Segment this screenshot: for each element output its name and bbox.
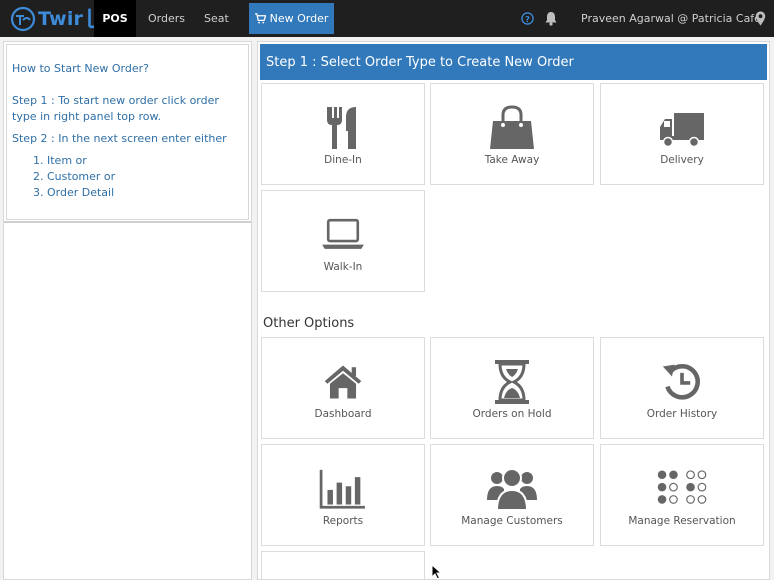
tile-label: Manage Customers — [461, 515, 563, 527]
help-icon[interactable]: ? — [521, 12, 534, 25]
top-navbar: Twir POS Orders Seat New Order ? Praveen… — [0, 0, 774, 37]
tile-label: Manage Reservation — [628, 515, 736, 527]
option-reports[interactable]: Reports — [261, 444, 425, 546]
help-question: How to Start New Order? — [12, 62, 149, 75]
order-type-delivery[interactable]: Delivery — [600, 83, 764, 185]
right-panel: Step 1 : Select Order Type to Create New… — [257, 41, 770, 580]
option-orders-on-hold[interactable]: Orders on Hold — [430, 337, 594, 439]
help-options-list: Item or Customer or Order Detail — [33, 153, 243, 201]
new-order-label: New Order — [269, 12, 329, 25]
laptop-icon — [322, 218, 364, 249]
users-icon — [487, 468, 537, 511]
tile-label: Order History — [646, 408, 718, 420]
left-panel: How to Start New Order? Step 1 : To star… — [3, 41, 252, 580]
tile-label: Orders on Hold — [472, 408, 552, 420]
hourglass-icon — [495, 360, 529, 404]
fork-knife-icon — [327, 107, 356, 149]
help-box: How to Start New Order? Step 1 : To star… — [6, 44, 249, 220]
option-manage-reservation[interactable]: Manage Reservation — [600, 444, 764, 546]
help-option: Item or — [33, 153, 243, 169]
tile-label: Take Away — [484, 154, 540, 166]
user-name[interactable]: Praveen Agarwal @ Patricia Cafe — [581, 0, 761, 37]
nav-orders[interactable]: Orders — [148, 0, 185, 37]
option-order-history[interactable]: Order History — [600, 337, 764, 439]
tile-label: Dine-In — [324, 154, 362, 166]
location-pin-icon[interactable] — [755, 11, 766, 26]
reservation-grid-icon — [657, 470, 707, 504]
svg-text:?: ? — [525, 14, 530, 24]
help-option: Customer or — [33, 169, 243, 185]
history-icon — [662, 363, 700, 400]
shopping-bag-icon — [490, 105, 534, 149]
other-options-title: Other Options — [263, 316, 355, 331]
mouse-cursor-icon — [431, 564, 442, 580]
cart-icon — [254, 13, 266, 24]
nav-pos[interactable]: POS — [94, 0, 136, 37]
order-type-walk-in[interactable]: Walk-In — [261, 190, 425, 292]
left-divider — [4, 221, 251, 223]
nav-seat[interactable]: Seat — [204, 0, 229, 37]
order-type-take-away[interactable]: Take Away — [430, 83, 594, 185]
truck-icon — [660, 113, 704, 148]
option-manage-customers[interactable]: Manage Customers — [430, 444, 594, 546]
help-step2: Step 2 : In the next screen enter either — [12, 132, 227, 145]
tile-label: Delivery — [660, 154, 704, 166]
order-type-dine-in[interactable]: Dine-In — [261, 83, 425, 185]
logo-icon — [10, 6, 36, 32]
logo-text: Twir — [38, 8, 84, 30]
help-option: Order Detail — [33, 185, 243, 201]
option-dashboard[interactable]: Dashboard — [261, 337, 425, 439]
help-step1: Step 1 : To start new order click order … — [12, 94, 219, 123]
tile-label: Reports — [322, 515, 364, 527]
option-more[interactable] — [261, 551, 425, 579]
new-order-button[interactable]: New Order — [249, 3, 334, 34]
home-icon — [324, 365, 362, 399]
step-header: Step 1 : Select Order Type to Create New… — [260, 44, 767, 80]
tile-label: Dashboard — [314, 408, 372, 420]
bar-chart-icon — [319, 469, 365, 509]
bell-icon[interactable] — [544, 11, 558, 26]
tile-label: Walk-In — [323, 261, 363, 273]
